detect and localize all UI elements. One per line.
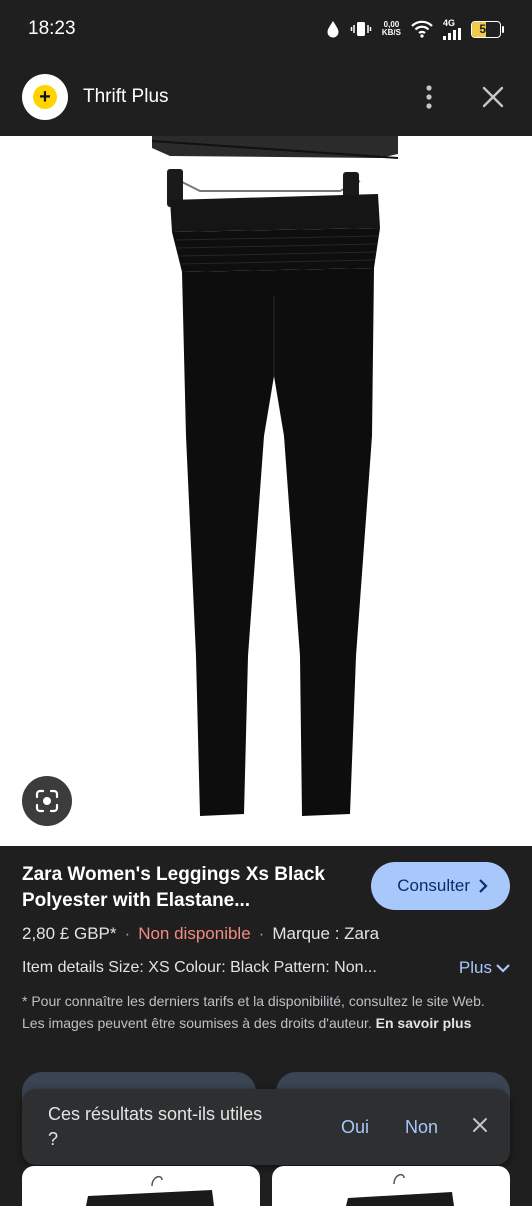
related-card[interactable] <box>22 1166 260 1206</box>
close-icon <box>482 86 504 108</box>
status-icons: 0,00 KB/S 4G 51 <box>326 18 504 40</box>
consult-label: Consulter <box>397 876 470 895</box>
more-vert-icon <box>426 85 432 109</box>
product-image[interactable] <box>0 136 532 846</box>
close-icon <box>473 1117 487 1132</box>
status-bar: 18:23 0,00 KB/S 4G 51 <box>0 0 532 58</box>
wifi-icon <box>411 20 433 38</box>
lens-search-button[interactable] <box>22 776 72 826</box>
close-button[interactable] <box>476 80 510 114</box>
related-card[interactable] <box>272 1166 510 1206</box>
more-details-button[interactable]: Plus <box>459 958 510 978</box>
leggings-image <box>151 136 399 816</box>
feedback-yes-button[interactable]: Oui <box>341 1117 369 1138</box>
item-details: Item details Size: XS Colour: Black Patt… <box>22 959 377 976</box>
related-results <box>22 1166 510 1206</box>
feedback-bar: Ces résultats sont-ils utiles ? Oui Non <box>22 1089 510 1165</box>
availability-status: Non disponible <box>138 924 251 943</box>
water-drop-icon <box>326 20 340 38</box>
app-bar: + Thrift Plus <box>0 58 532 136</box>
status-time: 18:23 <box>28 18 76 39</box>
cell-signal-icon: 4G <box>443 18 461 40</box>
more-label: Plus <box>458 958 492 977</box>
product-title[interactable]: Zara Women's Leggings Xs Black Polyester… <box>22 862 342 914</box>
vibrate-icon <box>350 20 372 38</box>
feedback-question: Ces résultats sont-ils utiles ? <box>48 1104 263 1149</box>
chevron-down-icon <box>496 964 510 973</box>
related-image <box>346 1173 454 1206</box>
chevron-right-icon <box>479 879 488 893</box>
disclaimer: * Pour connaître les derniers tarifs et … <box>22 990 510 1034</box>
battery-icon: 51 <box>471 20 504 38</box>
more-options-button[interactable] <box>412 80 446 114</box>
separator: · <box>124 924 131 943</box>
net-speed: 0,00 KB/S <box>381 20 401 37</box>
logo-plus: + <box>33 85 57 109</box>
related-image <box>86 1175 214 1206</box>
site-logo[interactable]: + <box>22 74 68 120</box>
learn-more-link[interactable]: En savoir plus <box>376 1015 472 1031</box>
price-row: 2,80 £ GBP* · Non disponible · Marque : … <box>22 924 510 944</box>
site-name: Thrift Plus <box>83 86 169 107</box>
feedback-no-button[interactable]: Non <box>405 1117 438 1138</box>
separator: · <box>258 924 265 943</box>
feedback-close-button[interactable] <box>472 1117 488 1138</box>
product-details: Zara Women's Leggings Xs Black Polyester… <box>0 846 532 1034</box>
price: 2,80 £ GBP* <box>22 924 117 943</box>
consult-button[interactable]: Consulter <box>371 862 510 910</box>
lens-icon <box>35 789 59 813</box>
brand: Marque : Zara <box>272 924 380 943</box>
